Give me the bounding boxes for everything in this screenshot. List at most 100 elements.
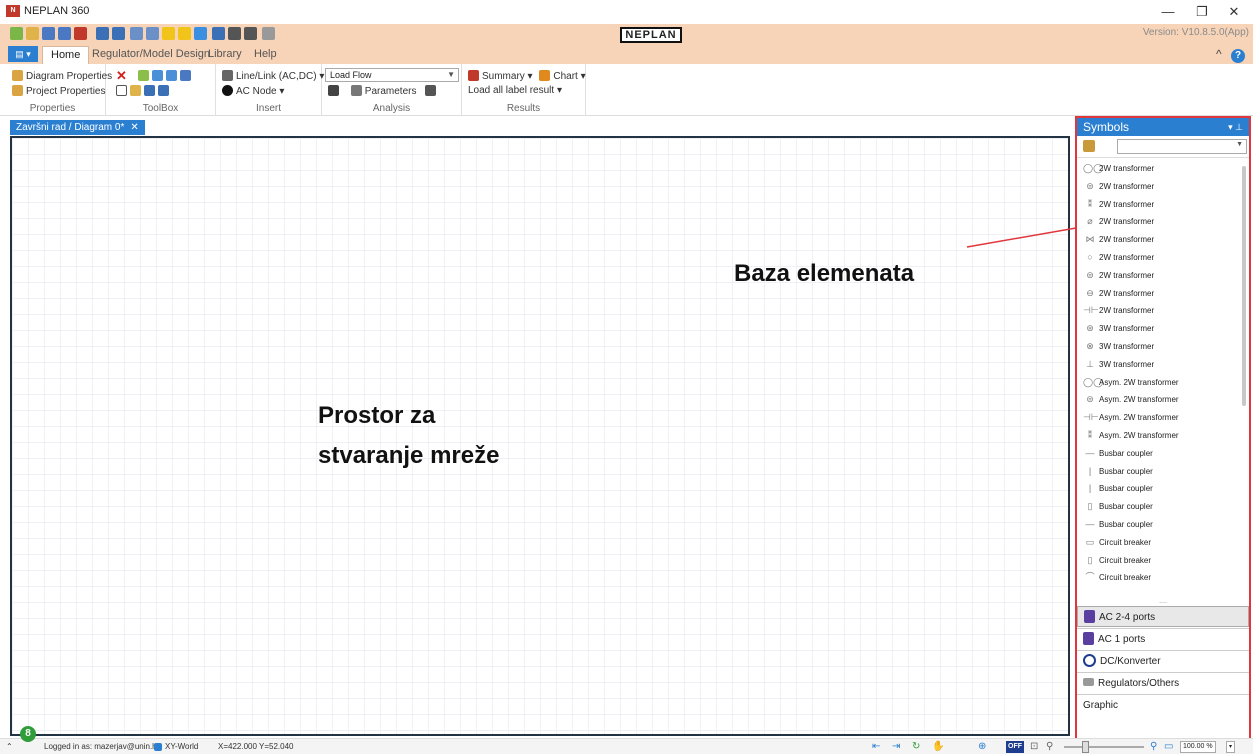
- symbol-item[interactable]: ⊖ 2W transformer: [1077, 285, 1249, 303]
- chart-button[interactable]: Chart ▾: [553, 71, 585, 82]
- status-bar: ⌃ Logged in as: mazerjav@unin.hr XY-Worl…: [0, 738, 1253, 754]
- tab-home[interactable]: Home: [42, 46, 90, 64]
- minimize-button[interactable]: —: [1152, 2, 1184, 22]
- help-icon[interactable]: ?: [1231, 49, 1245, 63]
- highlight-icon[interactable]: [178, 27, 191, 40]
- nav-first-icon[interactable]: ⇤: [872, 739, 880, 754]
- zoom-slider-track[interactable]: [1064, 746, 1144, 748]
- close-project-icon[interactable]: [74, 27, 87, 40]
- symbol-item[interactable]: ◯◯2W transformer: [1077, 160, 1249, 178]
- align-icon[interactable]: [152, 70, 163, 81]
- new-icon[interactable]: [10, 27, 23, 40]
- fit-page-icon[interactable]: ▭: [1164, 739, 1173, 754]
- save-all-icon[interactable]: [58, 27, 71, 40]
- symbol-item[interactable]: | Busbar coupler: [1077, 463, 1249, 481]
- symbol-item[interactable]: ⌒ Circuit breaker: [1077, 569, 1249, 587]
- symbol-item[interactable]: — Busbar coupler: [1077, 445, 1249, 463]
- restore-button[interactable]: ❐: [1186, 2, 1218, 22]
- zoom-out-icon[interactable]: ⚲: [1046, 739, 1053, 754]
- grid-settings-icon[interactable]: [425, 85, 437, 96]
- pan-hand-icon[interactable]: ✋: [932, 739, 944, 754]
- notification-badge[interactable]: 8: [20, 726, 36, 742]
- category-regulators-others[interactable]: Regulators/Others: [1077, 672, 1249, 693]
- symbol-item[interactable]: ⊗ 3W transformer: [1077, 338, 1249, 356]
- snap-toggle[interactable]: OFF: [1006, 741, 1024, 753]
- layout-icon[interactable]: [180, 70, 191, 81]
- symbol-folder-icon[interactable]: [1083, 140, 1095, 152]
- close-button[interactable]: ✕: [1218, 2, 1250, 22]
- copy-icon[interactable]: [146, 27, 159, 40]
- symbol-item[interactable]: ▭ Circuit breaker: [1077, 534, 1249, 552]
- file-menu-button[interactable]: ▤ ▾: [8, 46, 38, 62]
- close-tab-icon[interactable]: ✕: [130, 122, 138, 133]
- line-link-button[interactable]: Line/Link (AC,DC) ▾: [222, 70, 324, 82]
- symbol-item[interactable]: ⊜ 2W transformer: [1077, 178, 1249, 196]
- zoom-slider-thumb[interactable]: [1082, 741, 1089, 753]
- zoom-window-icon[interactable]: ⊡: [1030, 739, 1038, 754]
- redo-icon[interactable]: [112, 27, 125, 40]
- rotate-icon[interactable]: [138, 70, 149, 81]
- category-ac-1-ports[interactable]: AC 1 ports: [1077, 628, 1249, 649]
- mirror-icon[interactable]: [158, 85, 169, 96]
- symbol-item[interactable]: ⁑ Asym. 2W transformer: [1077, 427, 1249, 445]
- load-all-label-result-button[interactable]: Load all label result ▾: [468, 85, 562, 96]
- refresh-icon[interactable]: ↻: [912, 739, 920, 754]
- symbol-item[interactable]: ▯ Busbar coupler: [1077, 498, 1249, 516]
- symbol-item[interactable]: ⊜ 2W transformer: [1077, 267, 1249, 285]
- zoom-fit-icon[interactable]: ⊕: [978, 739, 986, 754]
- symbol-item[interactable]: ⊣⊢Asym. 2W transformer: [1077, 409, 1249, 427]
- pin-icon[interactable]: ▾ ⊥: [1228, 118, 1243, 136]
- diagram-properties-button[interactable]: Diagram Properties: [12, 70, 112, 82]
- coordinate-system[interactable]: XY-World: [154, 739, 198, 754]
- print-icon[interactable]: [130, 27, 143, 40]
- symbol-item[interactable]: ◯◯Asym. 2W transformer: [1077, 374, 1249, 392]
- symbol-item[interactable]: ⌀ 2W transformer: [1077, 213, 1249, 231]
- calculation-select[interactable]: Load Flow ▼: [325, 68, 459, 82]
- symbol-filter-select[interactable]: ▼: [1117, 139, 1247, 154]
- symbol-item[interactable]: ⋈ 2W transformer: [1077, 231, 1249, 249]
- nav-last-icon[interactable]: ⇥: [892, 739, 900, 754]
- undo-icon[interactable]: [96, 27, 109, 40]
- symbol-item[interactable]: ⊣⊢2W transformer: [1077, 302, 1249, 320]
- info-icon[interactable]: [162, 27, 175, 40]
- summary-button[interactable]: Summary ▾: [482, 71, 533, 82]
- expand-icon[interactable]: ⌃: [6, 739, 13, 754]
- symbol-item[interactable]: ⁑ 2W transformer: [1077, 196, 1249, 214]
- symbol-item[interactable]: ⊜ Asym. 2W transformer: [1077, 391, 1249, 409]
- open-icon[interactable]: [26, 27, 39, 40]
- calculate-icon[interactable]: [328, 85, 339, 96]
- find-icon[interactable]: [244, 27, 257, 40]
- zoom-in-icon[interactable]: ⚲: [1150, 739, 1157, 754]
- symbol-item[interactable]: ⊛ 3W transformer: [1077, 320, 1249, 338]
- parameters-button[interactable]: Parameters: [365, 86, 417, 97]
- tab-library[interactable]: Library: [200, 46, 250, 64]
- category-dc-konverter[interactable]: DC/Konverter: [1077, 650, 1249, 671]
- tab-regulator-model-design[interactable]: Regulator/Model Design: [84, 46, 218, 64]
- connect-icon[interactable]: [130, 85, 141, 96]
- zoom-level-dropdown[interactable]: ▾: [1226, 741, 1236, 753]
- pointer-icon[interactable]: [262, 27, 275, 40]
- triangle-icon[interactable]: [144, 85, 155, 96]
- category-ac-2-4-ports[interactable]: AC 2-4 ports: [1077, 606, 1249, 627]
- category-graphic[interactable]: Graphic: [1077, 694, 1249, 715]
- symbol-item[interactable]: | Busbar coupler: [1077, 480, 1249, 498]
- diagram-canvas[interactable]: Prostor za stvaranje mreže Baza elemenat…: [10, 136, 1070, 736]
- symbol-item[interactable]: — Busbar coupler: [1077, 516, 1249, 534]
- rectangle-icon[interactable]: [116, 85, 127, 96]
- symbol-item[interactable]: ▯ Circuit breaker: [1077, 552, 1249, 570]
- tab-help[interactable]: Help: [246, 46, 285, 64]
- symbol-item[interactable]: ⊥ 3W transformer: [1077, 356, 1249, 374]
- symbols-scrollbar[interactable]: [1242, 166, 1246, 406]
- collapse-ribbon-icon[interactable]: ^: [1216, 47, 1222, 61]
- ac-node-button[interactable]: AC Node ▾: [222, 85, 284, 97]
- select-icon[interactable]: [194, 27, 207, 40]
- temp-icon[interactable]: [228, 27, 241, 40]
- symbol-item[interactable]: ○ 2W transformer: [1077, 249, 1249, 267]
- flip-icon[interactable]: [166, 70, 177, 81]
- delete-icon[interactable]: ✕: [116, 68, 127, 84]
- document-tab[interactable]: Završni rad / Diagram 0* ✕: [10, 120, 145, 135]
- omega-icon[interactable]: [212, 27, 225, 40]
- project-properties-button[interactable]: Project Properties: [12, 85, 105, 97]
- save-icon[interactable]: [42, 27, 55, 40]
- zoom-level-select[interactable]: 100.00 %: [1180, 741, 1216, 753]
